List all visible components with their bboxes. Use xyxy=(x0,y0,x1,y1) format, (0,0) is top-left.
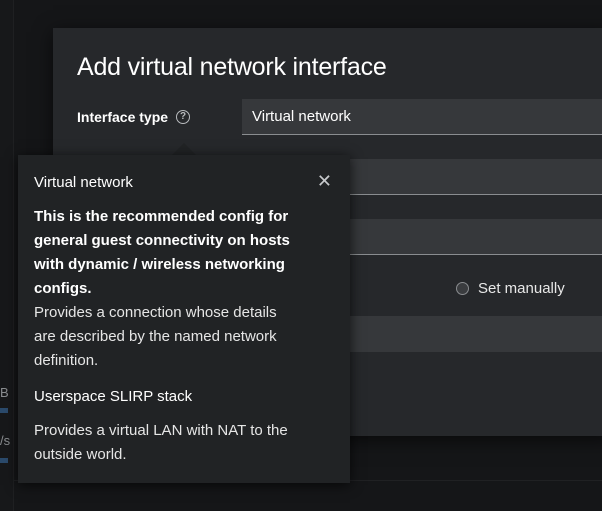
popover-arrow xyxy=(172,143,196,155)
popover-header: Virtual network xyxy=(34,174,133,191)
close-icon[interactable]: ✕ xyxy=(317,172,332,190)
help-popover: ✕ Virtual network This is the recommende… xyxy=(18,155,350,483)
background-text-s: /s xyxy=(0,433,11,448)
interface-type-label: Interface type ? xyxy=(77,109,191,125)
help-icon[interactable]: ? xyxy=(176,110,191,124)
popover-description: Provides a connection whose details are … xyxy=(34,304,277,369)
popover-subheading: Userspace SLIRP stack xyxy=(34,388,193,405)
radio-circle-icon xyxy=(456,282,469,295)
mac-manual-label: Set manually xyxy=(478,280,565,297)
popover-recommended-text: This is the recommended config for gener… xyxy=(34,208,290,297)
popover-body: This is the recommended config for gener… xyxy=(34,205,298,373)
mac-manual-radio[interactable]: Set manually xyxy=(456,280,565,297)
popover-sub-description: Provides a virtual LAN with NAT to the o… xyxy=(34,422,288,463)
background-usage-bar xyxy=(0,458,8,463)
interface-type-select[interactable]: Virtual network xyxy=(242,99,602,135)
background-usage-bar xyxy=(0,408,8,413)
interface-type-label-text: Interface type xyxy=(77,109,169,125)
background-text-b: B xyxy=(0,385,9,400)
dialog-title: Add virtual network interface xyxy=(77,53,387,81)
